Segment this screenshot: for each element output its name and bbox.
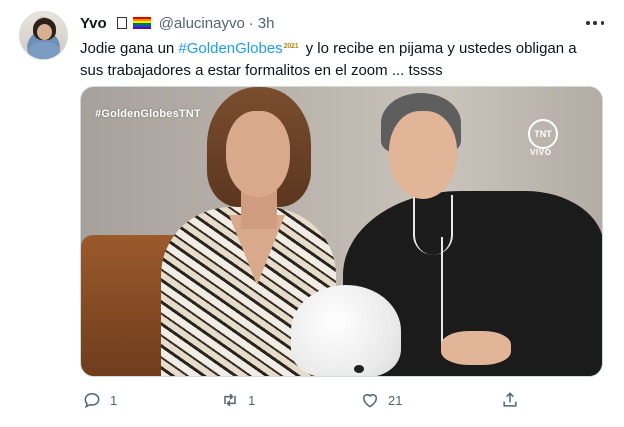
more-dot — [600, 21, 604, 25]
person-left-face — [226, 111, 290, 197]
avatar-body — [29, 42, 60, 59]
person-right-hand — [441, 331, 511, 365]
retweet-count: 1 — [248, 392, 256, 408]
live-label: VIVO — [530, 148, 552, 157]
avatar[interactable] — [19, 11, 68, 60]
white-dog — [291, 285, 401, 376]
golden-globes-badge-icon: 2021 — [283, 43, 299, 50]
rainbow-flag-icon — [132, 17, 151, 29]
reply-button[interactable]: 1 — [82, 388, 117, 412]
like-button[interactable]: 21 — [360, 388, 402, 412]
tweet-card[interactable]: Yvo @alucinayvo · 3h Jodie gana un #Gold… — [0, 0, 624, 427]
tweet-media-image[interactable]: #GoldenGlobesTNT TNT VIVO — [80, 86, 603, 377]
emoji-box-icon — [116, 17, 127, 29]
media-hashtag-overlay: #GoldenGlobesTNT — [95, 108, 201, 120]
heart-icon — [363, 394, 377, 408]
person-right-face — [389, 111, 457, 199]
pajama-collar — [413, 195, 453, 255]
tweet-time[interactable]: 3h — [258, 15, 275, 32]
tweet-text-before: Jodie gana un — [80, 40, 179, 57]
user-name[interactable]: Yvo — [80, 15, 107, 32]
avatar-face — [37, 24, 52, 40]
share-button[interactable] — [500, 388, 520, 412]
share-icon — [503, 392, 517, 407]
pajama-piping — [441, 237, 443, 347]
retweet-button[interactable]: 1 — [220, 388, 255, 412]
separator-dot: · — [248, 14, 254, 32]
more-icon[interactable] — [586, 14, 604, 32]
tweet-text: Jodie gana un #GoldenGlobes2021 y lo rec… — [80, 36, 600, 82]
dog-nose — [354, 365, 364, 373]
retweet-icon — [224, 393, 236, 407]
tweet-header: Yvo @alucinayvo · 3h — [80, 13, 274, 33]
more-dot — [593, 21, 597, 25]
hashtag-link[interactable]: #GoldenGlobes — [178, 40, 282, 57]
reply-icon — [84, 392, 100, 409]
tweet-actions: 1 1 21 — [80, 388, 603, 412]
tnt-logo-icon: TNT — [528, 119, 558, 149]
like-count: 21 — [388, 392, 403, 408]
reply-count: 1 — [110, 392, 118, 408]
more-dot — [586, 21, 590, 25]
user-handle[interactable]: @alucinayvo — [159, 15, 245, 32]
